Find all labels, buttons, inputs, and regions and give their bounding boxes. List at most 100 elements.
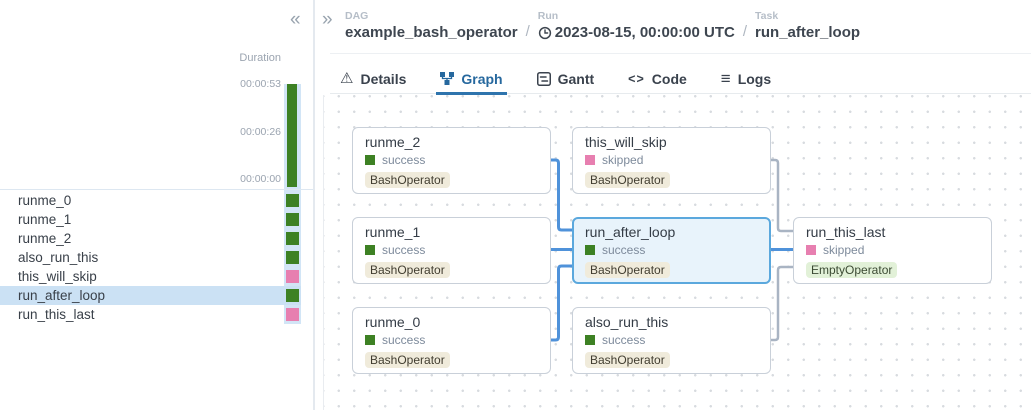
status-square — [585, 245, 595, 255]
tab-logs[interactable]: ≡ Logs — [721, 64, 771, 94]
status-text: success — [602, 243, 645, 257]
tab-label: Graph — [461, 71, 502, 87]
status-text: success — [382, 333, 425, 347]
edge-also_run_this-run_this_last — [771, 267, 794, 340]
graph-node-runme_0[interactable]: runme_0 success BashOperator — [352, 307, 551, 374]
node-title: runme_2 — [365, 134, 538, 150]
graph-node-run_this_last[interactable]: run_this_last skipped EmptyOperator — [793, 217, 992, 284]
status-text: success — [382, 243, 425, 257]
graph-node-runme_2[interactable]: runme_2 success BashOperator — [352, 127, 551, 194]
breadcrumb: DAG example_bash_operator / Run 2023-08-… — [345, 10, 860, 41]
tab-label: Logs — [738, 71, 771, 87]
task-label: this_will_skip — [18, 269, 97, 284]
gantt-icon — [537, 72, 551, 86]
clock-icon — [538, 26, 552, 40]
task-row-runme_2[interactable]: runme_2 — [0, 229, 301, 248]
panel-divider[interactable] — [313, 0, 315, 410]
task-instance-square-this_will_skip[interactable] — [286, 270, 299, 283]
breadcrumb-separator: / — [743, 23, 747, 41]
graph-canvas[interactable]: runme_2 success BashOperator this_will_s… — [323, 95, 1031, 410]
run-label: Run — [538, 10, 735, 22]
task-list: runme_0 runme_1 runme_2 also_run_this th… — [0, 191, 301, 324]
status-text: skipped — [602, 153, 643, 167]
breadcrumb-run: Run 2023-08-15, 00:00:00 UTC — [538, 10, 735, 41]
status-square — [365, 335, 375, 345]
status-square — [365, 245, 375, 255]
graph-node-also_run_this[interactable]: also_run_this success BashOperator — [572, 307, 771, 374]
duration-tick: 00:00:00 — [221, 173, 281, 185]
header-separator — [330, 53, 1031, 54]
task-name: run_after_loop — [755, 24, 860, 41]
duration-axis-title: Duration — [239, 52, 281, 64]
task-label: run_after_loop — [18, 288, 105, 303]
operator-badge: BashOperator — [585, 172, 670, 188]
task-row-run_this_last[interactable]: run_this_last — [0, 305, 301, 324]
warning-icon: ⚠ — [340, 71, 353, 86]
dag-name-link[interactable]: example_bash_operator — [345, 24, 518, 41]
tab-label: Gantt — [558, 71, 595, 87]
task-label: runme_1 — [18, 212, 71, 227]
task-instance-square-runme_1[interactable] — [286, 213, 299, 226]
tab-label: Details — [360, 71, 406, 87]
node-title: also_run_this — [585, 314, 758, 330]
graph-node-this_will_skip[interactable]: this_will_skip skipped BashOperator — [572, 127, 771, 194]
task-label: run_this_last — [18, 307, 95, 322]
task-instance-square-runme_2[interactable] — [286, 232, 299, 245]
task-row-runme_1[interactable]: runme_1 — [0, 210, 301, 229]
tab-bar: ⚠ Details Graph Gantt <> Code ≡ Logs — [330, 64, 1031, 94]
operator-badge: EmptyOperator — [806, 262, 897, 278]
breadcrumb-task: Task run_after_loop — [755, 10, 860, 41]
code-icon: <> — [628, 72, 645, 86]
chart-separator — [0, 189, 313, 190]
tab-label: Code — [652, 71, 687, 87]
run-timestamp: 2023-08-15, 00:00:00 UTC — [555, 24, 735, 41]
collapse-sidebar-icon[interactable]: « — [290, 10, 301, 29]
expand-panel-icon[interactable]: » — [322, 10, 333, 29]
graph-node-runme_1[interactable]: runme_1 success BashOperator — [352, 217, 551, 284]
tab-details[interactable]: ⚠ Details — [340, 64, 406, 94]
node-title: runme_0 — [365, 314, 538, 330]
task-row-this_will_skip[interactable]: this_will_skip — [0, 267, 301, 286]
task-label: Task — [755, 10, 860, 22]
dag-label: DAG — [345, 10, 518, 22]
status-text: success — [602, 333, 645, 347]
dag-run-duration-bar[interactable] — [287, 84, 297, 187]
task-instance-square-runme_0[interactable] — [286, 194, 299, 207]
operator-badge: BashOperator — [585, 352, 670, 368]
task-instance-square-also_run_this[interactable] — [286, 251, 299, 264]
status-square — [585, 335, 595, 345]
task-label: runme_0 — [18, 193, 71, 208]
task-row-run_after_loop[interactable]: run_after_loop — [0, 286, 301, 305]
breadcrumb-dag: DAG example_bash_operator — [345, 10, 518, 41]
task-instance-square-run_after_loop[interactable] — [286, 289, 299, 302]
node-title: run_after_loop — [585, 224, 758, 240]
edge-runme_2-run_after_loop — [551, 160, 573, 230]
graph-icon — [440, 72, 454, 85]
status-square — [365, 155, 375, 165]
task-row-also_run_this[interactable]: also_run_this — [0, 248, 301, 267]
duration-tick: 00:00:26 — [221, 126, 281, 138]
node-title: runme_1 — [365, 224, 538, 240]
edge-runme_0-run_after_loop — [551, 266, 573, 340]
edge-this_will_skip-run_this_last — [771, 160, 794, 231]
operator-badge: BashOperator — [585, 262, 670, 278]
operator-badge: BashOperator — [365, 352, 450, 368]
duration-tick: 00:00:53 — [221, 78, 281, 90]
task-label: runme_2 — [18, 231, 71, 246]
run-link[interactable]: 2023-08-15, 00:00:00 UTC — [538, 24, 735, 41]
breadcrumb-separator: / — [526, 23, 530, 41]
operator-badge: BashOperator — [365, 262, 450, 278]
operator-badge: BashOperator — [365, 172, 450, 188]
task-row-runme_0[interactable]: runme_0 — [0, 191, 301, 210]
tab-code[interactable]: <> Code — [628, 64, 687, 94]
logs-icon: ≡ — [721, 69, 731, 89]
status-text: skipped — [823, 243, 864, 257]
grid-sidebar: « Duration 00:00:53 00:00:26 00:00:00 ru… — [0, 0, 313, 410]
tab-graph[interactable]: Graph — [440, 64, 502, 94]
graph-node-run_after_loop[interactable]: run_after_loop success BashOperator — [572, 217, 771, 284]
status-square — [585, 155, 595, 165]
node-title: this_will_skip — [585, 134, 758, 150]
task-instance-square-run_this_last[interactable] — [286, 308, 299, 321]
task-label: also_run_this — [18, 250, 98, 265]
tab-gantt[interactable]: Gantt — [537, 64, 595, 94]
